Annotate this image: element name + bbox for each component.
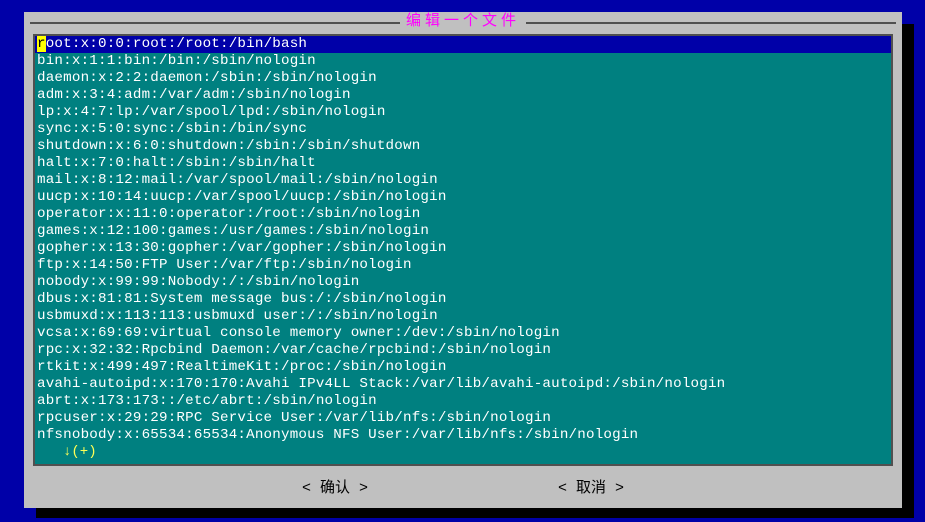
cancel-button[interactable]: < 取消 > (558, 476, 624, 497)
file-line[interactable]: abrt:x:173:173::/etc/abrt:/sbin/nologin (35, 393, 891, 410)
file-line[interactable]: usbmuxd:x:113:113:usbmuxd user:/:/sbin/n… (35, 308, 891, 325)
file-line[interactable]: uucp:x:10:14:uucp:/var/spool/uucp:/sbin/… (35, 189, 891, 206)
file-line[interactable]: nfsnobody:x:65534:65534:Anonymous NFS Us… (35, 427, 891, 444)
file-line[interactable]: dbus:x:81:81:System message bus:/:/sbin/… (35, 291, 891, 308)
file-line[interactable]: games:x:12:100:games:/usr/games:/sbin/no… (35, 223, 891, 240)
ok-button[interactable]: < 确认 > (302, 476, 368, 497)
file-line[interactable]: nobody:x:99:99:Nobody:/:/sbin/nologin (35, 274, 891, 291)
file-line[interactable]: shutdown:x:6:0:shutdown:/sbin:/sbin/shut… (35, 138, 891, 155)
button-row: < 确认 > < 取消 > (24, 468, 902, 497)
file-line[interactable]: operator:x:11:0:operator:/root:/sbin/nol… (35, 206, 891, 223)
file-line[interactable]: ftp:x:14:50:FTP User:/var/ftp:/sbin/nolo… (35, 257, 891, 274)
file-line[interactable]: rpc:x:32:32:Rpcbind Daemon:/var/cache/rp… (35, 342, 891, 359)
window-title: 编辑一个文件 (400, 13, 526, 30)
file-line[interactable]: bin:x:1:1:bin:/bin:/sbin/nologin (35, 53, 891, 70)
scroll-indicator: ↓(+) (35, 444, 891, 461)
file-line[interactable]: gopher:x:13:30:gopher:/var/gopher:/sbin/… (35, 240, 891, 257)
file-line[interactable]: rpcuser:x:29:29:RPC Service User:/var/li… (35, 410, 891, 427)
file-line[interactable]: sync:x:5:0:sync:/sbin:/bin/sync (35, 121, 891, 138)
file-line[interactable]: root:x:0:0:root:/root:/bin/bash (35, 36, 891, 53)
title-bar: 编辑一个文件 (24, 12, 902, 32)
dialog-window: 编辑一个文件 root:x:0:0:root:/root:/bin/bashbi… (24, 12, 902, 508)
file-line[interactable]: adm:x:3:4:adm:/var/adm:/sbin/nologin (35, 87, 891, 104)
file-line[interactable]: vcsa:x:69:69:virtual console memory owne… (35, 325, 891, 342)
file-line[interactable]: halt:x:7:0:halt:/sbin:/sbin/halt (35, 155, 891, 172)
file-line[interactable]: daemon:x:2:2:daemon:/sbin:/sbin/nologin (35, 70, 891, 87)
file-line[interactable]: lp:x:4:7:lp:/var/spool/lpd:/sbin/nologin (35, 104, 891, 121)
cursor: r (37, 36, 46, 52)
file-line[interactable]: avahi-autoipd:x:170:170:Avahi IPv4LL Sta… (35, 376, 891, 393)
file-line[interactable]: rtkit:x:499:497:RealtimeKit:/proc:/sbin/… (35, 359, 891, 376)
file-line[interactable]: mail:x:8:12:mail:/var/spool/mail:/sbin/n… (35, 172, 891, 189)
editor-area[interactable]: root:x:0:0:root:/root:/bin/bashbin:x:1:1… (33, 34, 893, 466)
